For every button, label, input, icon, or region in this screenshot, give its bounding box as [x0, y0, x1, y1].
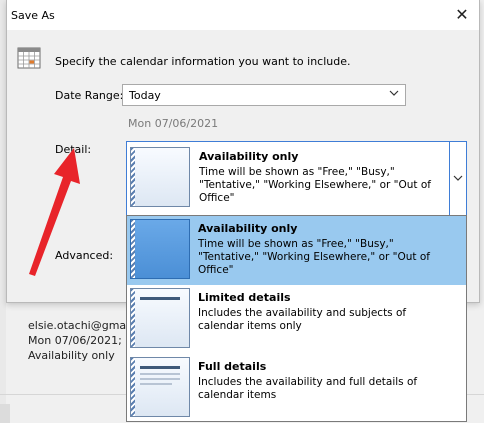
summary-email: elsie.otachi@gma [28, 319, 127, 332]
availability-thumbnail-icon [130, 219, 190, 279]
detail-option-full[interactable]: Full details Includes the availability a… [127, 354, 466, 423]
detail-selected-description: Time will be shown as "Free," "Busy," "T… [199, 166, 431, 204]
annotation-arrow-icon [29, 148, 80, 276]
limited-details-thumbnail-icon [130, 288, 190, 348]
detail-select[interactable]: Availability only Time will be shown as … [126, 141, 467, 216]
option-description: Includes the availability and full detai… [198, 376, 418, 401]
option-title: Full details [198, 360, 267, 373]
detail-dropdown-list: Availability only Time will be shown as … [126, 215, 467, 422]
dialog-title: Save As [11, 9, 55, 22]
date-range-value: Today [129, 89, 161, 102]
date-range-label: Date Range: [55, 89, 124, 102]
background-ledge [0, 404, 10, 423]
option-title: Availability only [198, 222, 298, 235]
option-title: Limited details [198, 291, 291, 304]
title-bar: Save As ✕ [7, 0, 479, 30]
chevron-down-icon [453, 175, 463, 181]
availability-thumbnail-icon [130, 147, 190, 207]
date-range-subtext: Mon 07/06/2021 [128, 117, 219, 130]
date-range-select[interactable]: Today [122, 84, 406, 106]
chevron-down-icon [389, 90, 399, 96]
intro-text: Specify the calendar information you wan… [55, 55, 351, 68]
detail-option-limited[interactable]: Limited details Includes the availabilit… [127, 285, 466, 354]
detail-dropdown-button[interactable] [449, 142, 466, 215]
detail-selected-title: Availability only [199, 150, 299, 163]
detail-option-availability[interactable]: Availability only Time will be shown as … [127, 216, 466, 285]
full-details-thumbnail-icon [130, 357, 190, 417]
close-icon[interactable]: ✕ [451, 4, 473, 26]
option-description: Includes the availability and subjects o… [198, 307, 407, 332]
summary-date: Mon 07/06/2021; [28, 334, 122, 347]
calendar-icon [17, 47, 41, 69]
summary-availability: Availability only [28, 349, 115, 362]
option-description: Time will be shown as "Free," "Busy," "T… [198, 238, 430, 276]
background-calendar-summary: elsie.otachi@gma Mon 07/06/2021; Availab… [28, 318, 126, 363]
